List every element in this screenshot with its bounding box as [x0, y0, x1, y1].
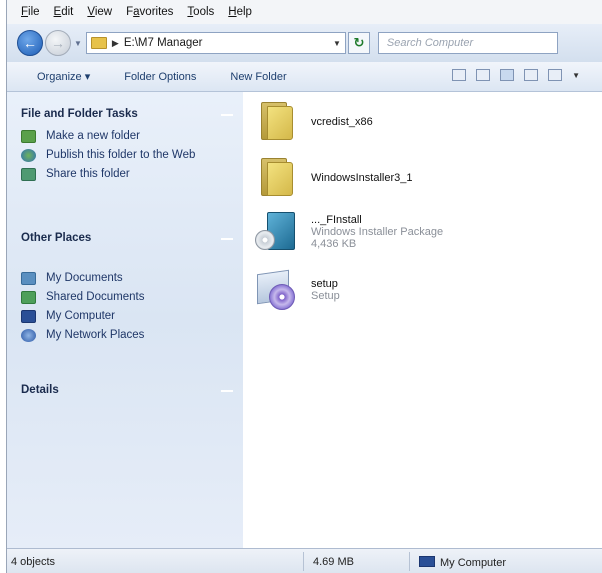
file-name: vcredist_x86: [311, 116, 373, 128]
file-type: Windows Installer Package: [311, 226, 444, 238]
status-bar: 4 objects 4.69 MB My Computer: [7, 548, 602, 573]
file-name: WindowsInstaller3_1: [311, 172, 413, 184]
navigation-bar: ← → ▼ ▶ E:\M7 Manager ▼ ↻ Search Compute…: [7, 24, 602, 62]
refresh-icon: ↻: [353, 35, 365, 50]
address-dropdown-icon[interactable]: ▼: [333, 39, 341, 48]
history-dropdown-icon[interactable]: ▼: [74, 39, 82, 48]
file-list: vcredist_x86 WindowsInstaller3_1 ..._FIn…: [243, 92, 602, 548]
my-documents-link[interactable]: My Documents: [21, 272, 233, 285]
menu-file[interactable]: File: [21, 6, 40, 18]
new-folder-icon: [21, 130, 36, 143]
menu-help[interactable]: Help: [228, 6, 252, 18]
file-item-windowsinstaller[interactable]: WindowsInstaller3_1: [255, 156, 413, 198]
back-arrow-icon: ←: [23, 35, 37, 51]
details-header[interactable]: Details: [21, 384, 233, 396]
collapse-icon[interactable]: [221, 114, 233, 116]
shared-documents-link[interactable]: Shared Documents: [21, 291, 233, 304]
status-location: My Computer: [419, 556, 506, 569]
network-places-icon: [21, 329, 36, 342]
forward-button[interactable]: →: [45, 30, 71, 56]
file-item-vcredist[interactable]: vcredist_x86: [255, 100, 373, 142]
file-folder-tasks-heading: File and Folder Tasks: [21, 108, 138, 120]
publish-web-icon: [21, 149, 36, 162]
menu-edit[interactable]: Edit: [54, 6, 74, 18]
file-name: ..._FInstall: [311, 214, 362, 226]
file-size: 4,436 KB: [311, 238, 357, 250]
folder-options-button[interactable]: Folder Options: [124, 71, 196, 83]
my-documents-icon: [21, 272, 36, 285]
explorer-window: File Edit View Favorites Tools Help ← → …: [6, 0, 602, 573]
status-object-count: 4 objects: [11, 556, 56, 568]
file-name: setup: [311, 278, 338, 290]
view-list-icon[interactable]: [524, 69, 539, 81]
details-section: Details: [21, 384, 233, 396]
publish-folder-label: Publish this folder to the Web: [46, 149, 196, 161]
my-computer-link[interactable]: My Computer: [21, 310, 233, 323]
back-button[interactable]: ←: [17, 30, 43, 56]
menu-view[interactable]: View: [87, 6, 112, 18]
file-item-setup[interactable]: setup Setup: [255, 268, 340, 310]
folder-icon: [90, 37, 107, 49]
view-icons-icon[interactable]: [500, 69, 515, 81]
folder-icon: [255, 156, 297, 198]
search-input[interactable]: Search Computer: [377, 32, 558, 54]
installer-package-icon: [255, 210, 297, 252]
refresh-button[interactable]: ↻: [347, 32, 370, 54]
menu-favorites[interactable]: Favorites: [126, 6, 173, 18]
my-computer-icon: [21, 310, 36, 323]
shared-documents-icon: [21, 291, 36, 304]
make-new-folder-link[interactable]: Make a new folder: [21, 130, 233, 143]
details-heading: Details: [21, 384, 59, 396]
status-location-label: My Computer: [440, 557, 507, 569]
search-placeholder: Search Computer: [386, 37, 474, 49]
address-path: E:\M7 Manager: [123, 37, 203, 49]
breadcrumb-arrow-icon[interactable]: ▶: [112, 38, 119, 49]
file-folder-tasks-section: File and Folder Tasks Make a new folder …: [21, 108, 233, 181]
other-places-section: Other Places My Documents Shared Documen…: [21, 232, 233, 342]
file-type: Setup: [311, 290, 340, 302]
my-computer-icon: [419, 556, 435, 567]
my-network-places-link[interactable]: My Network Places: [21, 329, 233, 342]
view-dropdown-icon[interactable]: ▼: [572, 71, 580, 80]
folder-icon: [255, 100, 297, 142]
view-details-icon[interactable]: [548, 69, 563, 81]
status-size: 4.69 MB: [313, 556, 354, 568]
share-folder-label: Share this folder: [46, 168, 130, 180]
command-bar: Organize ▾ Folder Options New Folder ▼: [7, 62, 602, 92]
setup-icon: [255, 268, 297, 310]
make-new-folder-label: Make a new folder: [46, 130, 140, 142]
view-thumbnails-icon[interactable]: [452, 69, 467, 81]
my-documents-label: My Documents: [46, 272, 123, 284]
new-folder-button[interactable]: New Folder: [230, 71, 286, 83]
task-pane: File and Folder Tasks Make a new folder …: [7, 92, 243, 548]
share-folder-link[interactable]: Share this folder: [21, 168, 233, 181]
organize-button[interactable]: Organize ▾: [37, 70, 90, 83]
collapse-icon[interactable]: [221, 238, 233, 240]
menu-tools[interactable]: Tools: [187, 6, 214, 18]
my-computer-label: My Computer: [46, 310, 116, 322]
collapse-icon[interactable]: [221, 390, 233, 392]
menu-bar: File Edit View Favorites Tools Help: [7, 0, 602, 24]
forward-arrow-icon: →: [51, 35, 65, 51]
file-item-finstall[interactable]: ..._FInstall Windows Installer Package 4…: [255, 210, 443, 252]
my-network-places-label: My Network Places: [46, 329, 145, 341]
other-places-heading: Other Places: [21, 232, 92, 244]
shared-documents-label: Shared Documents: [46, 291, 145, 303]
publish-folder-link[interactable]: Publish this folder to the Web: [21, 149, 233, 162]
other-places-header[interactable]: Other Places: [21, 232, 233, 244]
address-bar[interactable]: ▶ E:\M7 Manager ▼: [85, 32, 346, 54]
view-tiles-icon[interactable]: [476, 69, 491, 81]
view-buttons: ▼: [452, 69, 580, 81]
share-folder-icon: [21, 168, 36, 181]
file-folder-tasks-header[interactable]: File and Folder Tasks: [21, 108, 233, 120]
